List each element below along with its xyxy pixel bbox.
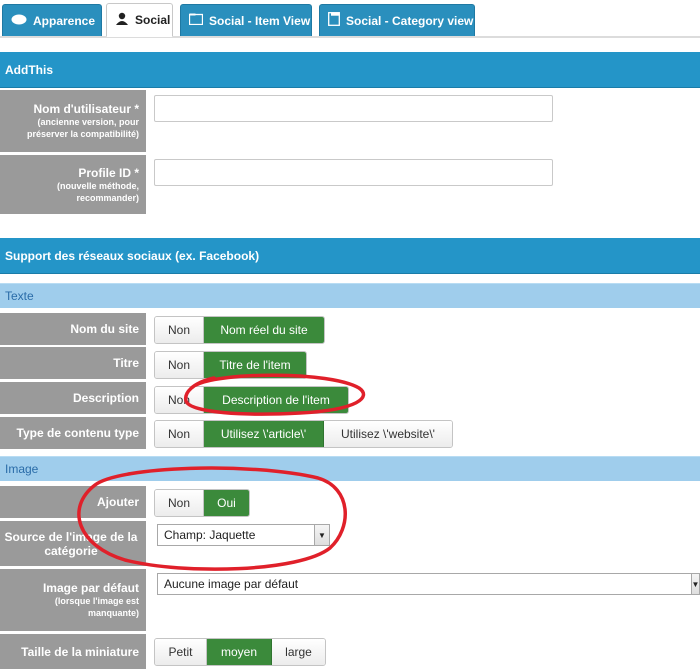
label-sub: (nouvelle méthode, recommander) [56,180,139,203]
subsection-title: Texte [5,289,34,303]
label-main: Description [72,391,139,405]
tab-divider [0,36,700,38]
label-sub: (lorsque l'image est manquante) [54,596,139,618]
username-input[interactable] [154,95,553,122]
label-type-de-contenu: Type de contenu type [0,417,146,450]
user-icon [115,12,129,28]
option-nom-reel-du-site[interactable]: Nom réel du site [204,317,324,343]
option-moyen[interactable]: moyen [207,639,272,665]
label-titre: Titre [0,347,146,380]
label-main: Image par défaut [42,581,139,595]
tab-label: Social - Item View [209,13,311,28]
label-main: Profile ID * [78,165,139,180]
label-main: Titre [113,356,139,370]
label-nom-du-site: Nom du site [0,313,146,346]
tab-social[interactable]: Social [106,3,173,37]
folder-icon [188,13,204,28]
toggle-description: Non Description de l'item [154,386,349,414]
label-main: Type de contenu type [16,426,139,440]
toggle-titre: Non Titre de l'item [154,351,307,379]
select-value: Aucune image par défaut [164,577,299,591]
tab-label: Social - Category view [346,13,474,28]
subsection-image: Image [0,456,700,481]
label-main: Nom d'utilisateur * [33,102,139,116]
option-petit[interactable]: Petit [155,639,207,665]
option-non[interactable]: Non [155,352,204,378]
source-image-select[interactable]: Champ: Jaquette ▼ [157,524,330,546]
chevron-down-icon: ▼ [691,574,699,594]
toggle-type-de-contenu: Non Utilisez \'article\' Utilisez \'webs… [154,420,453,448]
option-article[interactable]: Utilisez \'article\' [204,421,324,447]
option-non[interactable]: Non [155,421,204,447]
label-ajouter: Ajouter [0,486,146,519]
tab-social-category-view[interactable]: Social - Category view [319,4,475,36]
option-non[interactable]: Non [155,317,204,343]
label-main: Taille de la miniature [21,644,139,659]
label-image-par-defaut: Image par défaut (lorsque l'image est ma… [0,569,146,632]
tab-label: Apparence [33,13,96,28]
section-title: AddThis [5,62,53,77]
document-icon [328,12,340,29]
option-titre-de-l-item[interactable]: Titre de l'item [204,352,306,378]
label-main: Source de l'image de la catégorie [4,529,138,558]
select-value: Champ: Jaquette [164,528,256,542]
default-image-select[interactable]: Aucune image par défaut ▼ [157,573,700,595]
option-non[interactable]: Non [155,490,204,516]
section-title: Support des réseaux sociaux (ex. Faceboo… [5,248,260,263]
section-addthis-header: AddThis [0,52,700,88]
tab-label: Social [135,13,171,27]
label-main: Nom du site [70,322,139,336]
option-website[interactable]: Utilisez \'website\' [324,421,452,447]
chevron-down-icon: ▼ [314,525,329,545]
label-sub: (ancienne version, pour préserver la com… [26,117,139,139]
toggle-nom-du-site: Non Nom réel du site [154,316,325,344]
option-large[interactable]: large [272,639,325,665]
option-description-de-l-item[interactable]: Description de l'item [204,387,348,413]
tab-social-item-view[interactable]: Social - Item View [180,4,312,36]
option-oui[interactable]: Oui [204,490,249,516]
subsection-title: Image [5,462,39,476]
tab-bar: Apparence Social Social - Item View Soci… [0,0,700,38]
label-source-image: Source de l'image de la catégorie [0,521,146,567]
section-social-header: Support des réseaux sociaux (ex. Faceboo… [0,238,700,274]
subsection-texte: Texte [0,283,700,308]
label-profile-id: Profile ID * (nouvelle méthode, recomman… [0,155,146,215]
option-non[interactable]: Non [155,387,204,413]
label-description: Description [0,382,146,415]
toggle-ajouter: Non Oui [154,489,250,517]
profile-id-input[interactable] [154,159,553,186]
chat-bubble-icon [11,14,27,28]
toggle-taille-miniature: Petit moyen large [154,638,326,666]
tab-apparence[interactable]: Apparence [2,4,102,36]
label-main: Ajouter [97,495,139,509]
label-taille-miniature: Taille de la miniature [0,634,146,670]
label-username: Nom d'utilisateur * (ancienne version, p… [0,90,146,153]
